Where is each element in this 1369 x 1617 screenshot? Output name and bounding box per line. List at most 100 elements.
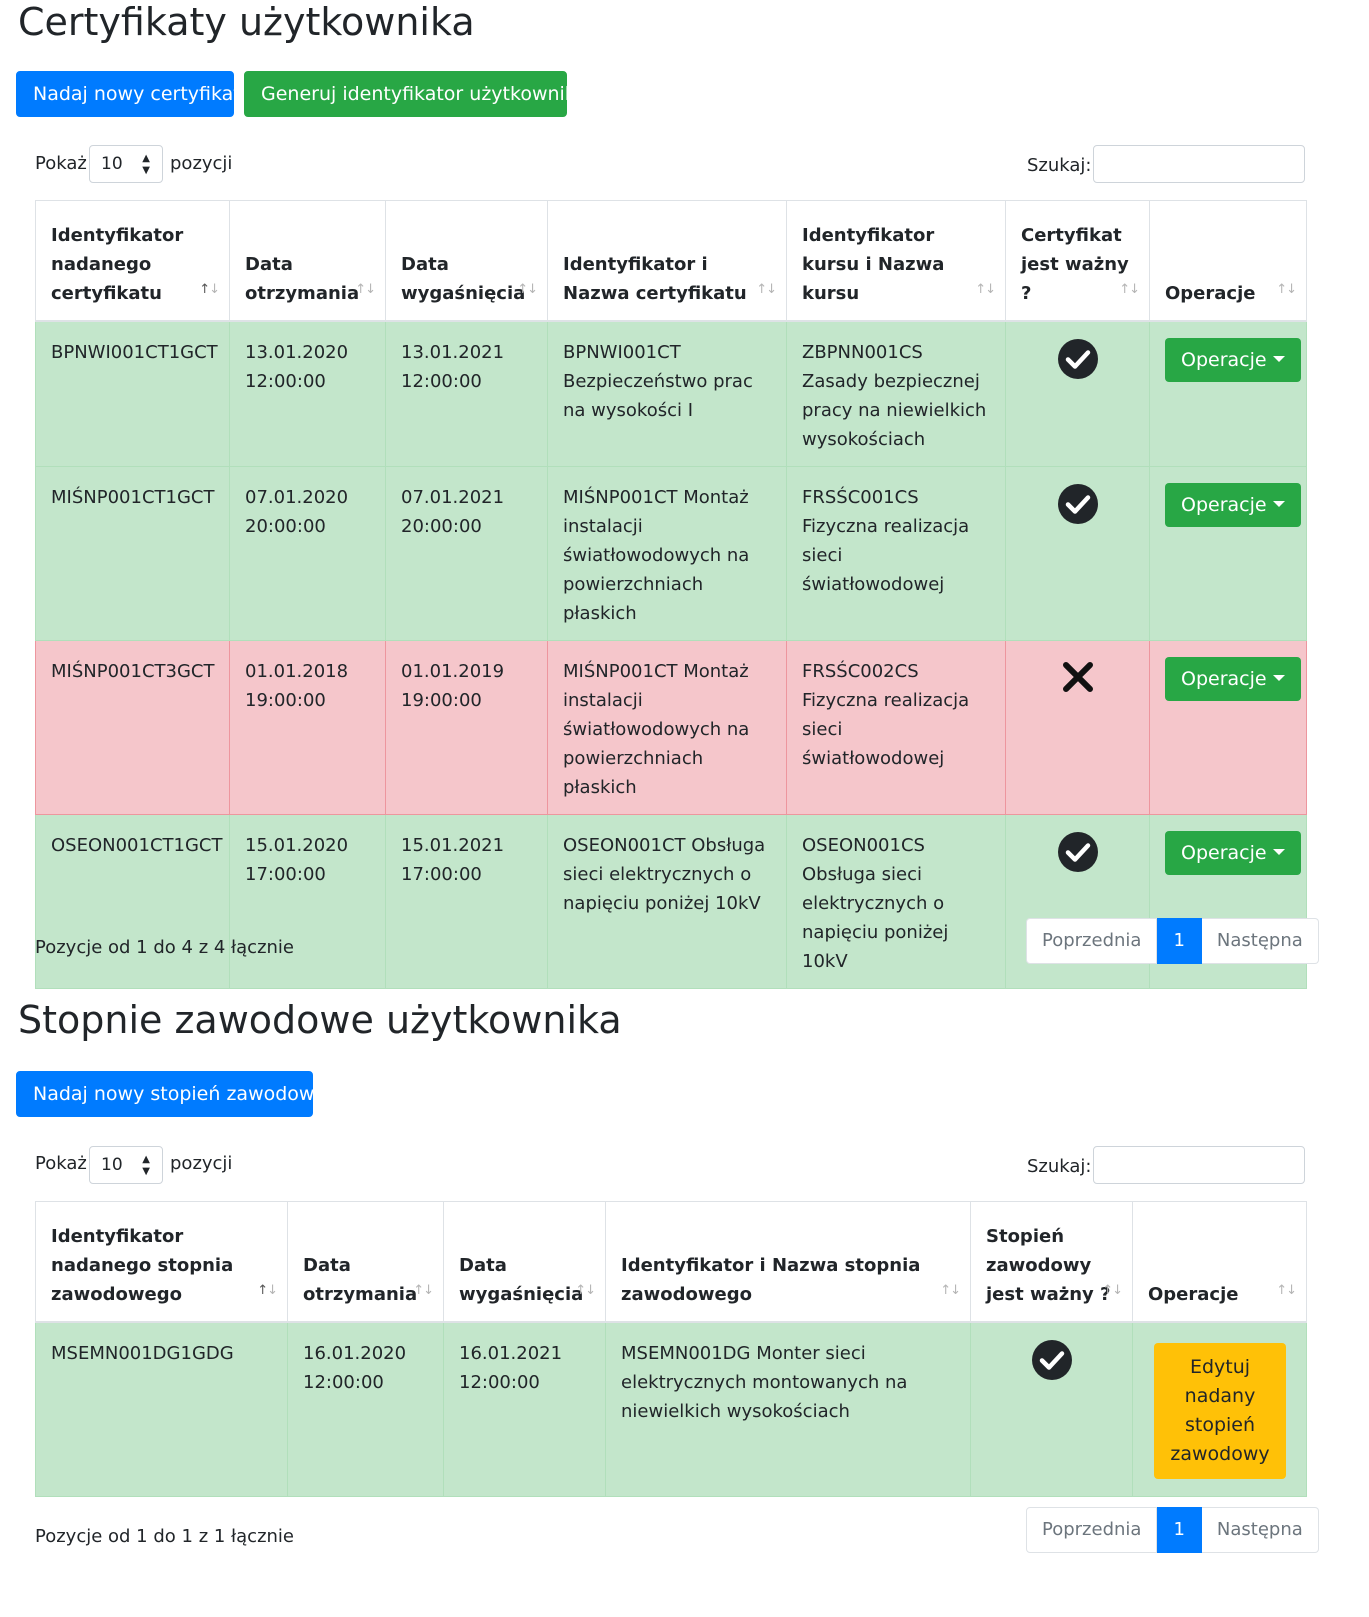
caret-down-icon: [1272, 849, 1285, 855]
x-mark-icon: [1062, 662, 1093, 692]
cell-id: MIŚNP001CT1GCT: [35, 466, 230, 641]
page-size-value: 10: [101, 154, 123, 174]
column-header[interactable]: Identyfikator kursu i Nazwa kursu ↑↓: [786, 200, 1006, 322]
column-header[interactable]: Identyfikator i Nazwa stopnia zawodowego…: [605, 1201, 971, 1323]
table-row: MIŚNP001CT1GCT 07.01.2020 20:00:00 07.01…: [35, 466, 1307, 641]
cell-degree: MSEMN001DG Monter sieci elektrycznych mo…: [605, 1321, 971, 1497]
check-circle-icon: [1057, 832, 1098, 872]
add-degree-button[interactable]: Nadaj nowy stopień zawodowy: [16, 1071, 326, 1117]
cell-valid: [970, 1321, 1133, 1497]
pagination-previous[interactable]: Poprzednia: [1026, 918, 1158, 964]
cell-valid: [1005, 320, 1150, 467]
column-header[interactable]: Identyfikator i Nazwa certyfikatu ↑↓: [547, 200, 787, 322]
generate-user-id-button[interactable]: Generuj identyfikator użytkownika: [244, 71, 587, 117]
cell-expires: 07.01.2021 20:00:00: [385, 466, 548, 641]
search-input[interactable]: [1093, 145, 1305, 183]
show-label: Pokaż: [35, 1153, 87, 1174]
sort-arrows-icon: ↑↓: [975, 281, 996, 297]
column-header[interactable]: Operacje ↑↓: [1149, 200, 1307, 322]
sort-arrows-icon: ↑↓: [1276, 281, 1297, 297]
operations-dropdown-button[interactable]: Operacje: [1165, 831, 1301, 875]
cell-expires: 15.01.2021 17:00:00: [385, 814, 548, 989]
table-header-row: Identyfikator nadanego certyfikatu ↑↓ Dat…: [35, 200, 1307, 322]
entries-label: pozycji: [170, 1153, 233, 1174]
column-header[interactable]: Stopień zawodowy jest ważny ? ↑↓: [970, 1201, 1133, 1323]
cell-operations: Edytuj nadany stopień zawodowy: [1132, 1321, 1307, 1497]
add-certificate-button[interactable]: Nadaj nowy certyfikat: [16, 71, 241, 117]
check-circle-icon: [1057, 338, 1098, 379]
degrees-table: Identyfikator nadanego stopnia zawodoweg…: [35, 1201, 1307, 1497]
page-size-select[interactable]: 10 ▲ ▼: [89, 145, 163, 183]
cell-received: 15.01.2020 17:00:00: [229, 814, 386, 989]
column-header[interactable]: Identyfikator nadanego certyfikatu ↑↓: [35, 200, 230, 322]
table-header-row: Identyfikator nadanego stopnia zawodoweg…: [35, 1201, 1307, 1323]
column-header[interactable]: Data otrzymania ↑↓: [287, 1201, 444, 1323]
table-info: Pozycje od 1 do 4 z 4 łącznie: [35, 937, 295, 958]
pagination-next[interactable]: Następna: [1201, 918, 1319, 964]
page-size-select[interactable]: 10 ▲ ▼: [89, 1146, 163, 1184]
sort-arrows-icon: ↑↓: [756, 281, 777, 297]
column-header[interactable]: Certyfikat jest ważny ? ↑↓: [1005, 200, 1150, 322]
page-size-value: 10: [101, 1155, 123, 1175]
caret-down-icon: [1272, 675, 1285, 681]
operations-dropdown-button[interactable]: Operacje: [1165, 337, 1301, 382]
sort-arrows-icon: ↑↓: [355, 281, 376, 297]
cell-received: 07.01.2020 20:00:00: [229, 466, 386, 641]
column-header[interactable]: Data otrzymania ↑↓: [229, 200, 386, 322]
column-header[interactable]: Identyfikator nadanego stopnia zawodoweg…: [35, 1201, 288, 1323]
cell-id: OSEON001CT1GCT: [35, 814, 230, 989]
sort-arrows-icon: ↑↓: [1276, 1282, 1297, 1298]
cell-id: MSEMN001DG1GDG: [35, 1321, 288, 1497]
pagination-previous[interactable]: Poprzednia: [1026, 1507, 1158, 1553]
check-circle-icon: [1057, 484, 1098, 524]
column-header[interactable]: Data wygaśnięcia ↑↓: [443, 1201, 606, 1323]
sort-arrows-icon: ↑↓: [257, 1282, 278, 1298]
cell-valid: [1005, 466, 1150, 641]
table-row: BPNWI001CT1GCT 13.01.2020 12:00:00 13.01…: [35, 320, 1307, 467]
cell-certificate: MIŚNP001CT Montaż instalacji światłowodo…: [547, 466, 787, 641]
certificates-table: Identyfikator nadanego certyfikatu ↑↓ Dat…: [35, 200, 1307, 989]
cell-certificate: BPNWI001CT Bezpieczeństwo prac na wysoko…: [547, 320, 787, 467]
certificates-title: Certyfikaty użytkownika: [18, 0, 475, 44]
pagination-page-current[interactable]: 1: [1157, 918, 1202, 964]
sort-arrows-icon: ↑↓: [199, 281, 220, 297]
operations-dropdown-button[interactable]: Operacje: [1165, 483, 1301, 527]
pagination: Poprzednia 1 Następna: [1026, 918, 1319, 964]
sort-arrows-icon: ↑↓: [413, 1282, 434, 1298]
entries-label: pozycji: [170, 153, 233, 174]
select-arrows-icon: ▲ ▼: [142, 153, 150, 176]
sort-arrows-icon: ↑↓: [1102, 1282, 1123, 1298]
sort-arrows-icon: ↑↓: [940, 1282, 961, 1298]
sort-arrows-icon: ↑↓: [517, 281, 538, 297]
table-info: Pozycje od 1 do 1 z 1 łącznie: [35, 1526, 295, 1547]
column-header[interactable]: Operacje ↑↓: [1132, 1201, 1307, 1323]
sort-arrows-icon: ↑↓: [1119, 281, 1140, 297]
search-label: Szukaj:: [1027, 155, 1092, 176]
pagination-next[interactable]: Następna: [1201, 1507, 1319, 1553]
cell-course: OSEON001CS Obsługa sieci elektrycznych o…: [786, 814, 1006, 989]
caret-down-icon: [1272, 355, 1285, 362]
pagination-page-current[interactable]: 1: [1157, 1507, 1202, 1553]
cell-course: FRSŚC001CS Fizyczna realizacja sieci świ…: [786, 466, 1006, 641]
show-label: Pokaż: [35, 153, 87, 174]
degrees-title: Stopnie zawodowe użytkownika: [18, 998, 622, 1042]
cell-expires: 13.01.2021 12:00:00: [385, 320, 548, 467]
search-input[interactable]: [1093, 1146, 1305, 1184]
sort-arrows-icon: ↑↓: [575, 1282, 596, 1298]
cell-received: 01.01.2018 19:00:00: [229, 640, 386, 815]
cell-certificate: OSEON001CT Obsługa sieci elektrycznych o…: [547, 814, 787, 989]
check-circle-icon: [1031, 1339, 1072, 1380]
pagination: Poprzednia 1 Następna: [1026, 1507, 1319, 1553]
cell-operations: Operacje: [1149, 466, 1307, 641]
cell-course: FRSŚC002CS Fizyczna realizacja sieci świ…: [786, 640, 1006, 815]
cell-id: BPNWI001CT1GCT: [35, 320, 230, 467]
cell-received: 16.01.2020 12:00:00: [287, 1321, 444, 1497]
edit-degree-button[interactable]: Edytuj nadany stopień zawodowy: [1154, 1342, 1286, 1479]
cell-id: MIŚNP001CT3GCT: [35, 640, 230, 815]
column-header[interactable]: Data wygaśnięcia ↑↓: [385, 200, 548, 322]
cell-received: 13.01.2020 12:00:00: [229, 320, 386, 467]
cell-valid: [1005, 640, 1150, 815]
cell-expires: 16.01.2021 12:00:00: [443, 1321, 606, 1497]
operations-dropdown-button[interactable]: Operacje: [1165, 657, 1301, 701]
search-label: Szukaj:: [1027, 1156, 1092, 1177]
